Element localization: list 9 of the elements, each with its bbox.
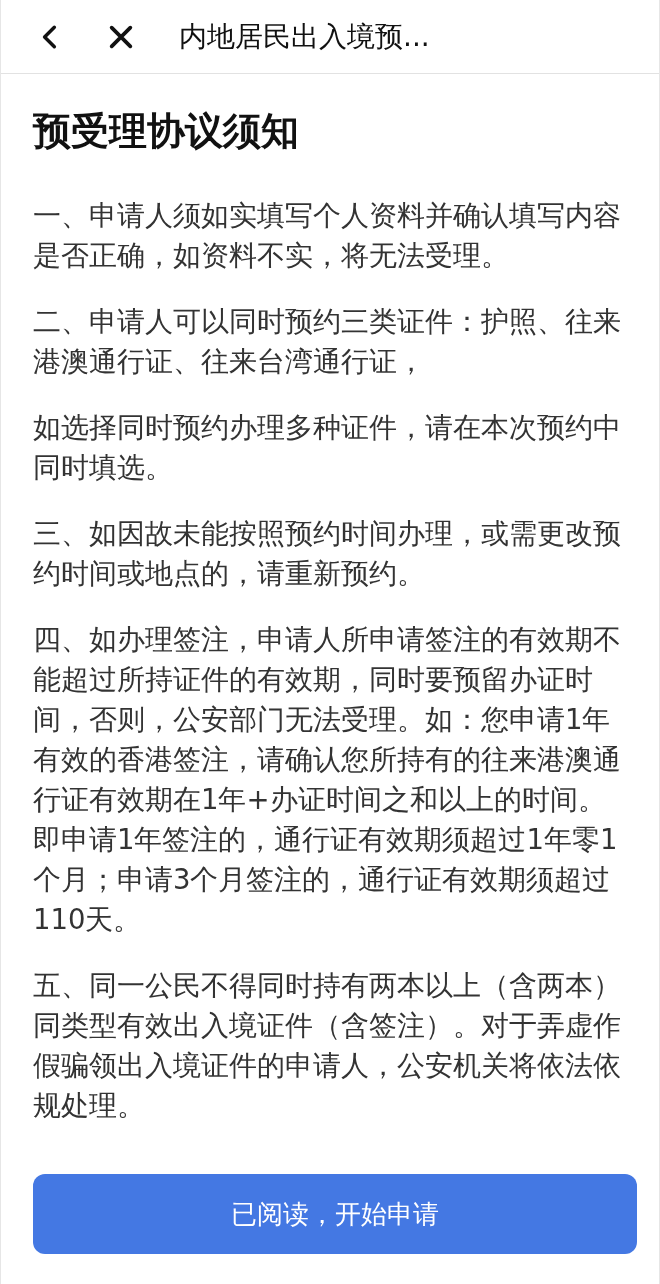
page-title: 内地居民出入境预... — [179, 18, 430, 55]
start-application-button[interactable]: 已阅读，开始申请 — [33, 1174, 637, 1254]
agreement-paragraph: 如选择同时预约办理多种证件，请在本次预约中同时填选。 — [33, 410, 622, 485]
agreement-paragraph: 三、如因故未能按照预约时间办理，或需更改预约时间或地点的，请重新预约。 — [33, 516, 622, 591]
agreement-paragraph: 一、申请人须如实填写个人资料并确认填写内容是否正确，如资料不实，将无法受理。 — [33, 198, 622, 273]
agreement-paragraph: 二、申请人可以同时预约三类证件：护照、往来港澳通行证、往来台湾通行证， — [33, 304, 622, 379]
agreement-paragraph: 五、同一公民不得同时持有两本以上（含两本）同类型有效出入境证件（含签注）。对于弄虚作假骗领出入境证件的申请人，公安机关将依法依规处理。 — [33, 968, 622, 1123]
agreement-paragraph: 四、如办理签注，申请人所申请签注的有效期不能超过所持证件的有效期，同时要预留办证时间，否则，公安部门无法受理。如：您申请1年有效的香港签注，请确认您所持有的往来港澳通行证有效期在1年+办证时间之和以上的时间。即申请1年签注的，通行证有效期须超过1年零1个月；申请3个月签注的，通行证有效期须超过110天。 — [33, 622, 622, 937]
section-heading: 预受理协议须知 — [33, 108, 300, 155]
